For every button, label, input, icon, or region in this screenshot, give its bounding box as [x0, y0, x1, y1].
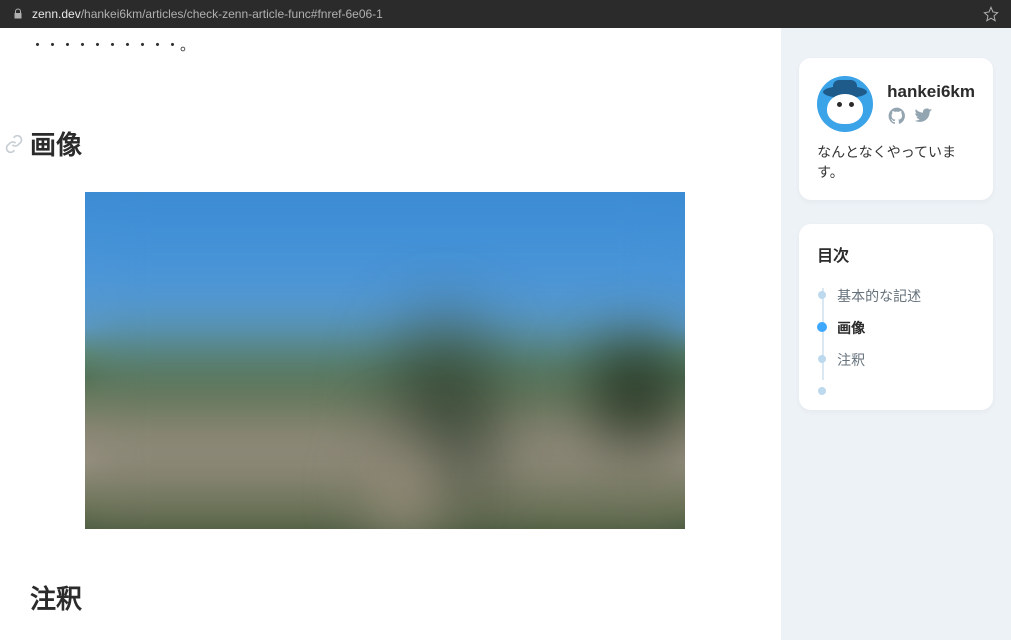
toc-item-empty[interactable] [837, 376, 975, 388]
section-heading-footnote: 注釈 [30, 579, 751, 616]
heading-text: 画像 [30, 125, 82, 162]
profile-name[interactable]: hankei6km [887, 82, 975, 102]
image-blur-region [565, 312, 685, 472]
toc-item-footnote[interactable]: 注釈 [837, 344, 975, 376]
profile-bio: なんとなくやっています。 [817, 142, 975, 182]
sidebar: hankei6km なんとなくやっています。 目次 基本的な記述 画像 注釈 [781, 28, 1011, 640]
social-links [887, 106, 975, 126]
page-content: ・・・・・・・・・・。 画像 注釈 注釈を記述してみる[1]。 [0, 28, 1011, 640]
article-main: ・・・・・・・・・・。 画像 注釈 注釈を記述してみる[1]。 [0, 28, 781, 640]
image-blur-region [345, 392, 465, 529]
profile-header: hankei6km [817, 76, 975, 132]
browser-address-bar: zenn.dev/hankei6km/articles/check-zenn-a… [0, 0, 1011, 28]
url-text[interactable]: zenn.dev/hankei6km/articles/check-zenn-a… [32, 7, 975, 21]
link-anchor-icon[interactable] [4, 134, 24, 154]
article-image[interactable] [85, 192, 685, 529]
bookmark-star-icon[interactable] [983, 6, 999, 22]
profile-meta: hankei6km [887, 82, 975, 126]
truncated-text: ・・・・・・・・・・。 [30, 28, 751, 55]
toc-item-basic[interactable]: 基本的な記述 [837, 280, 975, 312]
heading-text: 注釈 [30, 579, 82, 616]
toc-title: 目次 [817, 242, 975, 266]
toc-item-image[interactable]: 画像 [837, 312, 975, 344]
lock-icon [12, 8, 24, 20]
section-heading-image: 画像 [30, 125, 751, 162]
avatar[interactable] [817, 76, 873, 132]
twitter-icon[interactable] [913, 106, 933, 126]
github-icon[interactable] [887, 106, 907, 126]
toc-card: 目次 基本的な記述 画像 注釈 [799, 224, 993, 410]
toc-list: 基本的な記述 画像 注釈 [817, 280, 975, 388]
profile-card: hankei6km なんとなくやっています。 [799, 58, 993, 200]
